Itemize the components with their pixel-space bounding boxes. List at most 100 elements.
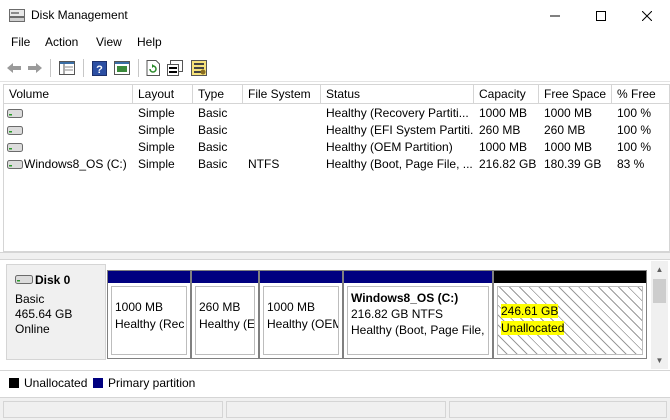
- disk-type: Basic: [15, 292, 45, 306]
- unallocated-swatch: [9, 378, 19, 388]
- status-cell: Healthy (Boot, Page File, ...: [326, 157, 473, 171]
- title-bar: Disk Management: [0, 0, 670, 31]
- filesystem-cell: [243, 105, 321, 122]
- partition-status: Healthy (OEM: [267, 317, 339, 331]
- refresh-icon: [146, 60, 160, 76]
- list-view-icon: [59, 61, 75, 75]
- column-header-percent-free[interactable]: % Free: [612, 85, 669, 104]
- primary-partition-bar: [344, 271, 492, 283]
- refresh-button[interactable]: [142, 57, 164, 79]
- maximize-button[interactable]: [578, 0, 624, 31]
- svg-text:?: ?: [96, 64, 103, 76]
- primary-partition-swatch: [93, 378, 103, 388]
- disk-icon: [15, 275, 33, 284]
- partition-title: Windows8_OS (C:): [351, 291, 459, 305]
- capacity-cell: 260 MB: [479, 123, 521, 137]
- disk-size: 465.64 GB: [15, 307, 73, 321]
- status-bar: [0, 397, 670, 420]
- properties-icon: [167, 60, 183, 76]
- column-header-capacity[interactable]: Capacity: [474, 85, 539, 104]
- menu-action[interactable]: Action: [45, 35, 78, 49]
- scroll-up-icon[interactable]: ▲: [651, 261, 668, 278]
- forward-arrow-icon: [28, 63, 42, 73]
- capacity-cell: 1000 MB: [479, 106, 528, 120]
- primary-partition-bar: [260, 271, 342, 283]
- partition-block[interactable]: 1000 MB Healthy (OEM: [259, 270, 343, 359]
- disk-graphical-view: Disk 0 Basic 465.64 GB Online 1000 MB He…: [3, 261, 651, 369]
- toolbar: ?: [0, 53, 670, 82]
- table-row[interactable]: Windows8_OS (C:) Simple Basic NTFS Healt…: [4, 156, 669, 173]
- free-space-cell: 180.39 GB: [544, 157, 602, 171]
- column-header-file-system[interactable]: File System: [243, 85, 321, 104]
- column-header-layout[interactable]: Layout: [133, 85, 193, 104]
- pane-splitter[interactable]: [0, 252, 670, 260]
- partition-block[interactable]: 1000 MB Healthy (Rec: [107, 270, 191, 359]
- partition-block-windows[interactable]: Windows8_OS (C:) 216.82 GB NTFS Healthy …: [343, 270, 493, 359]
- maximize-icon: [596, 10, 606, 21]
- disk-state: Online: [15, 322, 50, 336]
- layout-cell: Simple: [138, 123, 175, 137]
- status-cell: Healthy (EFI System Partiti...: [326, 123, 474, 137]
- free-space-cell: 260 MB: [544, 123, 586, 137]
- menu-help[interactable]: Help: [137, 35, 162, 49]
- capacity-cell: 216.82 GB: [479, 157, 537, 171]
- partition-size: 1000 MB: [267, 300, 316, 314]
- partition-status: Healthy (Rec: [115, 317, 185, 331]
- layout-cell: Simple: [138, 157, 175, 171]
- close-button[interactable]: [624, 0, 670, 31]
- unallocated-bar: [494, 271, 646, 283]
- menu-view[interactable]: View: [96, 35, 122, 49]
- layout-cell: Simple: [138, 106, 175, 120]
- percent-free-cell: 100 %: [617, 140, 652, 154]
- column-header-type[interactable]: Type: [193, 85, 243, 104]
- partition-block[interactable]: 260 MB Healthy (E: [191, 270, 259, 359]
- disk-management-icon: [9, 9, 25, 22]
- window-title: Disk Management: [31, 8, 128, 22]
- help-button[interactable]: ?: [88, 57, 110, 79]
- minimize-icon: [550, 15, 560, 16]
- list-header: Volume Layout Type File System Status Ca…: [4, 85, 669, 104]
- legend: Unallocated Primary partition: [0, 370, 670, 397]
- settings-button[interactable]: [188, 57, 210, 79]
- primary-partition-bar: [108, 271, 190, 283]
- menu-bar: File Action View Help: [0, 31, 670, 53]
- status-cell: Healthy (Recovery Partiti...: [326, 106, 469, 120]
- back-button[interactable]: [3, 57, 25, 79]
- properties-button[interactable]: [164, 57, 186, 79]
- free-space-cell: 1000 MB: [544, 106, 593, 120]
- vertical-scrollbar[interactable]: ▲ ▼: [651, 261, 668, 369]
- scroll-down-icon[interactable]: ▼: [651, 352, 668, 369]
- column-header-free-space[interactable]: Free Space: [539, 85, 612, 104]
- disk-label[interactable]: Disk 0 Basic 465.64 GB Online: [6, 264, 106, 360]
- table-row[interactable]: Simple Basic Healthy (EFI System Partiti…: [4, 122, 669, 139]
- primary-partition-bar: [192, 271, 258, 283]
- forward-button[interactable]: [24, 57, 46, 79]
- menu-file[interactable]: File: [11, 35, 30, 49]
- minimize-button[interactable]: [532, 0, 578, 31]
- status-cell: Healthy (OEM Partition): [326, 140, 453, 154]
- console-tree-button[interactable]: [111, 57, 133, 79]
- partition-status: Healthy (E: [199, 317, 255, 331]
- type-cell: Basic: [198, 157, 228, 171]
- show-hide-tree-button[interactable]: [56, 57, 78, 79]
- type-cell: Basic: [198, 106, 228, 120]
- table-row[interactable]: Simple Basic Healthy (Recovery Partiti..…: [4, 105, 669, 122]
- console-tree-icon: [114, 61, 130, 75]
- percent-free-cell: 83 %: [617, 157, 645, 171]
- percent-free-cell: 100 %: [617, 123, 652, 137]
- scroll-thumb[interactable]: [653, 279, 666, 303]
- type-cell: Basic: [198, 123, 228, 137]
- close-icon: [642, 10, 652, 21]
- column-header-status[interactable]: Status: [321, 85, 474, 104]
- drive-icon: [7, 160, 23, 169]
- filesystem-cell: NTFS: [248, 157, 280, 171]
- unallocated-space-block[interactable]: 246.61 GB Unallocated: [493, 270, 647, 359]
- partition-size: 246.61 GB: [501, 304, 559, 318]
- drive-icon: [7, 126, 23, 135]
- capacity-cell: 1000 MB: [479, 140, 528, 154]
- column-header-volume[interactable]: Volume: [4, 85, 133, 104]
- partition-status: Healthy (Boot, Page File, C: [351, 323, 489, 337]
- partition-status: Unallocated: [501, 321, 565, 335]
- legend-label-primary: Primary partition: [108, 376, 196, 390]
- table-row[interactable]: Simple Basic Healthy (OEM Partition) 100…: [4, 139, 669, 156]
